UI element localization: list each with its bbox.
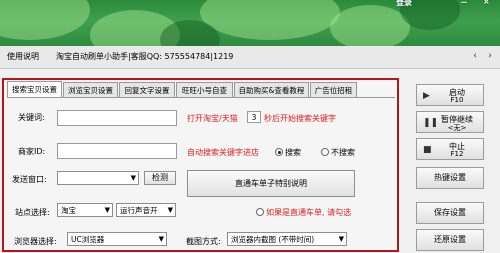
screenshot-value: 浏览器内截图 (不带时间) bbox=[231, 235, 315, 244]
site-select[interactable]: 淘宝 ▼ bbox=[57, 203, 113, 217]
shop-id-label: 商家ID: bbox=[18, 147, 46, 156]
tab-divider bbox=[7, 97, 395, 98]
keyword-label: 关键词: bbox=[18, 113, 45, 122]
play-icon: ▶ bbox=[423, 91, 430, 101]
screenshot-select[interactable]: 浏览器内截图 (不带时间) ▼ bbox=[227, 232, 347, 246]
chevron-down-icon: ▼ bbox=[167, 206, 173, 214]
tab-search-item-settings[interactable]: 搜索宝贝设置 bbox=[7, 81, 62, 98]
chevron-down-icon: ▼ bbox=[130, 174, 136, 182]
browser-value: UC浏览器 bbox=[71, 235, 105, 244]
restore-settings-button[interactable]: 还原设置 bbox=[416, 229, 484, 251]
detect-button[interactable]: 检测 bbox=[144, 171, 176, 185]
browser-label: 浏览器选择: bbox=[14, 237, 57, 246]
no-search-radio-label: 不搜索 bbox=[331, 148, 355, 157]
app-title-text: 淘宝自动刷单小助手|客服QQ: 575554784|1219 bbox=[56, 52, 234, 61]
send-window-select[interactable]: ▼ bbox=[57, 171, 139, 185]
search-radio-label: 搜索 bbox=[285, 148, 301, 157]
keyword-input[interactable] bbox=[57, 110, 177, 126]
site-value: 淘宝 bbox=[61, 206, 76, 215]
train-order-label: 如果是直通车单, 请勾选 bbox=[266, 208, 352, 217]
tab-ad-space[interactable]: 广告位招租 bbox=[310, 82, 357, 97]
stop-hotkey: F12 bbox=[450, 150, 464, 158]
main-settings-panel bbox=[2, 78, 399, 252]
browser-select[interactable]: UC浏览器 ▼ bbox=[67, 232, 167, 246]
tab-buy-tutorial[interactable]: 自助购买&查看教程 bbox=[234, 82, 309, 97]
start-button[interactable]: ▶ 启动 F10 bbox=[416, 84, 484, 106]
menu-bar: 使用说明 淘宝自动刷单小助手|客服QQ: 575554784|1219 ‹ › bbox=[0, 46, 500, 69]
chevron-down-icon: ▼ bbox=[158, 235, 164, 243]
no-search-radio[interactable] bbox=[321, 148, 329, 156]
chevron-right-icon[interactable]: › bbox=[484, 50, 496, 62]
start-hotkey: F10 bbox=[450, 96, 464, 104]
sound-select[interactable]: 运行声音开 ▼ bbox=[116, 203, 176, 217]
chevron-down-icon: ▼ bbox=[104, 206, 110, 214]
search-radio[interactable] bbox=[275, 148, 283, 156]
header-banner: 登录 － × bbox=[0, 0, 500, 46]
pause-hotkey: <无> bbox=[447, 124, 467, 132]
stop-button[interactable]: ■ 中止 F12 bbox=[416, 138, 484, 160]
pause-resume-button[interactable]: ❚❚ 暂停继续 <无> bbox=[416, 111, 484, 133]
login-link[interactable]: 登录 bbox=[396, 0, 412, 8]
sound-value: 运行声音开 bbox=[120, 206, 158, 215]
seconds-input[interactable]: 3 bbox=[247, 111, 261, 123]
open-taobao-hint: 打开淘宝/天猫 bbox=[187, 114, 238, 123]
shop-id-input[interactable] bbox=[57, 143, 177, 159]
hotkey-settings-button[interactable]: 热键设置 bbox=[416, 167, 484, 189]
tab-reply-text-settings[interactable]: 回复文字设置 bbox=[119, 82, 175, 97]
tab-browse-item-settings[interactable]: 浏览宝贝设置 bbox=[63, 82, 118, 97]
screenshot-label: 截图方式: bbox=[186, 237, 221, 246]
save-settings-button[interactable]: 保存设置 bbox=[416, 202, 484, 224]
chevron-down-icon: ▼ bbox=[338, 235, 344, 243]
chevron-left-icon[interactable]: ‹ bbox=[469, 50, 481, 62]
help-menu-item[interactable]: 使用说明 bbox=[7, 51, 39, 62]
close-button[interactable]: × bbox=[483, 0, 490, 6]
train-order-checkbox[interactable] bbox=[256, 208, 264, 216]
auto-shop-hint: 自动搜索关键字进店 bbox=[187, 148, 259, 157]
send-window-label: 发送窗口: bbox=[12, 175, 47, 184]
minimize-button[interactable]: － bbox=[460, 0, 468, 8]
train-explain-button[interactable]: 直通车单子特别说明 bbox=[187, 170, 355, 197]
site-label: 站点选择: bbox=[15, 208, 50, 217]
seconds-hint: 秒后开始搜索关键字 bbox=[264, 114, 336, 123]
tab-wangwang-check[interactable]: 旺旺小号自查 bbox=[176, 82, 233, 97]
